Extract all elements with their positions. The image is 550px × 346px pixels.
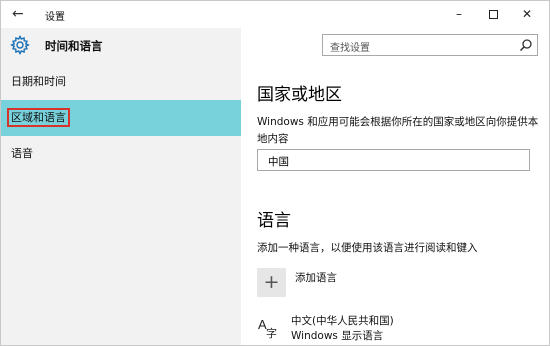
- add-language-label: 添加语言: [295, 272, 337, 284]
- section-header: 时间和语言: [1, 28, 241, 64]
- language-hint: 添加一种语言，以便使用该语言进行阅读和键入: [257, 242, 478, 254]
- country-value: 中国: [268, 156, 289, 168]
- sidebar-item-speech[interactable]: 语音: [1, 136, 241, 172]
- sidebar-item-label: 语音: [11, 147, 33, 160]
- minimize-button[interactable]: –: [443, 1, 475, 28]
- add-language-button[interactable]: + 添加语言: [257, 268, 457, 300]
- close-button[interactable]: ✕: [511, 1, 543, 28]
- window-title: 设置: [45, 12, 65, 23]
- region-heading: 国家或地区: [257, 85, 342, 105]
- sidebar-item-label: 区域和语言: [7, 108, 70, 127]
- gear-icon: [10, 35, 30, 55]
- sidebar: 时间和语言 日期和时间 区域和语言 语音: [1, 28, 241, 345]
- sidebar-item-date-time[interactable]: 日期和时间: [1, 64, 241, 100]
- back-arrow-icon[interactable]: ←: [12, 6, 28, 22]
- sidebar-item-label: 日期和时间: [11, 75, 66, 88]
- sidebar-item-region-language[interactable]: 区域和语言: [1, 100, 241, 136]
- region-description: Windows 和应用可能会根据你所在的国家或地区向你提供本地内容: [257, 116, 539, 145]
- language-list-item[interactable]: A 字 中文(中华人民共和国) Windows 显示语言: [257, 313, 457, 345]
- title-bar: ← 设置 – ✕: [1, 1, 549, 28]
- language-icon: A 字: [258, 317, 277, 339]
- language-heading: 语言: [257, 211, 291, 231]
- maximize-icon: [488, 10, 498, 19]
- sidebar-nav: 日期和时间 区域和语言 语音: [1, 64, 241, 172]
- maximize-button[interactable]: [477, 1, 509, 28]
- country-select[interactable]: 中国: [257, 149, 530, 171]
- language-subtitle: Windows 显示语言: [291, 330, 384, 342]
- search-placeholder: 查找设置: [330, 43, 370, 54]
- search-input[interactable]: 查找设置: [322, 34, 538, 56]
- search-icon[interactable]: [519, 38, 533, 52]
- plus-icon: +: [263, 271, 280, 293]
- language-name: 中文(中华人民共和国): [291, 315, 394, 327]
- main-content: 查找设置 国家或地区 Windows 和应用可能会根据你所在的国家或地区向你提供…: [241, 28, 549, 345]
- plus-tile: +: [257, 268, 286, 297]
- settings-window: ← 设置 – ✕ 时间和语言 日期和时间 区域和语言 语音 查找设置 国家或地区…: [0, 0, 550, 346]
- svg-text:字: 字: [266, 326, 277, 339]
- section-title: 时间和语言: [45, 39, 103, 53]
